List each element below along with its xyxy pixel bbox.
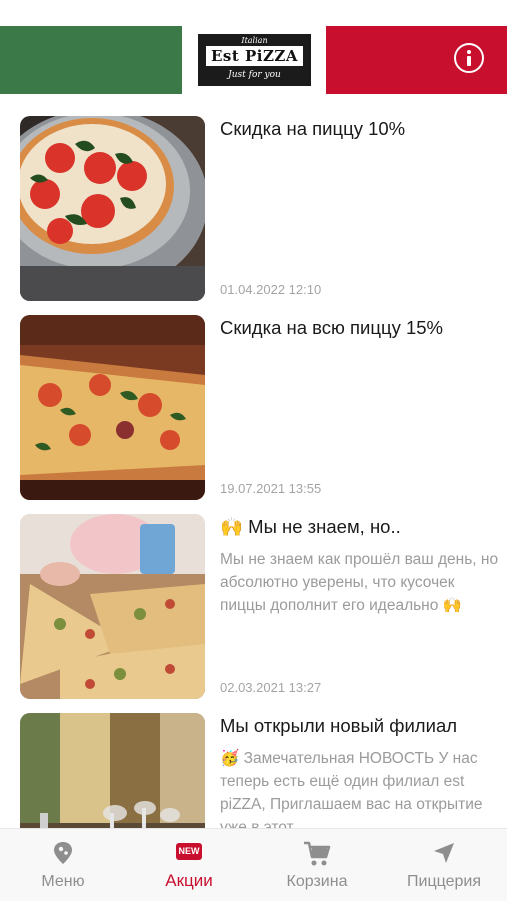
logo-tagline: Just for you (228, 70, 281, 80)
promo-body: Мы не знаем как прошёл ваш день, но абсо… (220, 551, 499, 614)
promo-date: 19.07.2021 13:55 (220, 481, 322, 496)
header: Italian Est PiZZA Just for you (0, 0, 507, 98)
promo-card[interactable]: 🙌 Мы не знаем, но.. Мы не знаем как прош… (0, 508, 507, 699)
pizza-image (20, 514, 205, 699)
tab-bar: Меню NEW Акции Корзина Пиццерия (0, 828, 507, 901)
promo-body: 🥳 Замечательная НОВОСТЬ У нас теперь ест… (220, 750, 483, 828)
tab-promotions-label: Акции (165, 871, 213, 890)
pizza-image (20, 116, 205, 301)
tab-promotions[interactable]: NEW Акции (126, 829, 252, 901)
promo-title: 🙌 Мы не знаем, но.. (220, 516, 401, 537)
new-badge-icon: NEW (176, 843, 202, 860)
tab-cart[interactable]: Корзина (254, 829, 380, 901)
info-icon-dot (467, 50, 471, 54)
tab-menu[interactable]: Меню (0, 829, 126, 901)
info-icon-bar (467, 56, 471, 66)
pizza-image (20, 315, 205, 500)
logo-plate: Italian Est PiZZA Just for you (198, 34, 311, 86)
location-arrow-icon (434, 843, 454, 863)
tab-pizzeria-label: Пиццерия (407, 873, 481, 890)
flag-green-band (0, 26, 182, 94)
pin-icon (54, 842, 72, 864)
restaurant-image (20, 713, 205, 828)
promo-title: Мы открыли новый филиал (220, 715, 458, 736)
logo-top-text: Italian (241, 36, 268, 45)
tab-cart-label: Корзина (286, 873, 348, 890)
promo-date: 01.04.2022 12:10 (220, 282, 322, 297)
logo: Italian Est PiZZA Just for you (194, 28, 315, 92)
logo-name: Est PiZZA (206, 46, 303, 66)
info-icon[interactable] (454, 43, 484, 73)
tab-pizzeria[interactable]: Пиццерия (381, 829, 507, 901)
promo-card[interactable]: Мы открыли новый филиал 🥳 Замечательная … (0, 707, 507, 828)
promo-title: Скидка на пиццу 10% (220, 118, 406, 139)
promo-feed[interactable]: Скидка на пиццу 10% 01.04.2022 12:10 Ски… (0, 110, 507, 828)
promo-card[interactable]: Скидка на всю пиццу 15% 19.07.2021 13:55 (0, 309, 507, 500)
promo-title: Скидка на всю пиццу 15% (220, 317, 444, 338)
tab-menu-label: Меню (41, 873, 85, 890)
promo-date: 02.03.2021 13:27 (220, 680, 322, 695)
promo-card[interactable]: Скидка на пиццу 10% 01.04.2022 12:10 (0, 110, 507, 301)
cart-icon (304, 841, 331, 866)
